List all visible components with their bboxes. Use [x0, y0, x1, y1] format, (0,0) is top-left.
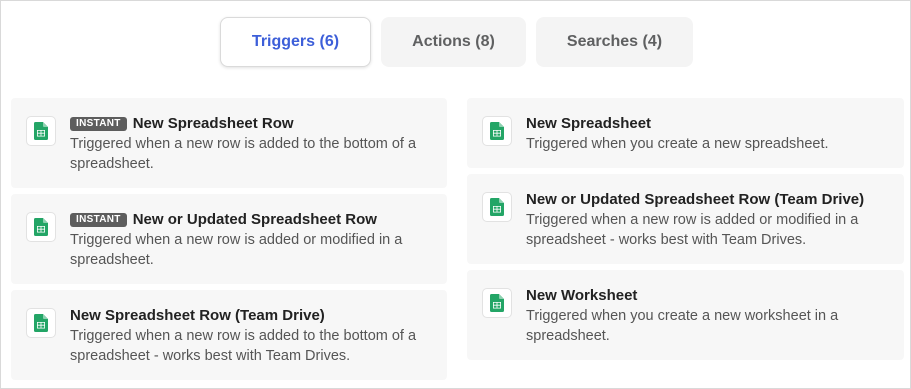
trigger-card-new-worksheet[interactable]: New Worksheet Triggered when you create …	[467, 270, 904, 360]
google-sheets-icon	[26, 116, 56, 146]
trigger-list-right: New Spreadsheet Triggered when you creat…	[467, 98, 904, 360]
card-title: New or Updated Spreadsheet Row	[132, 211, 377, 228]
instant-badge: INSTANT	[70, 117, 127, 131]
tab-triggers[interactable]: Triggers (6)	[220, 17, 371, 67]
tab-bar: Triggers (6) Actions (8) Searches (4)	[220, 17, 693, 67]
trigger-card-new-or-updated-row-team-drive[interactable]: New or Updated Spreadsheet Row (Team Dri…	[467, 174, 904, 264]
google-sheets-icon	[482, 116, 512, 146]
card-description: Triggered when you create a new workshee…	[526, 308, 839, 344]
google-sheets-icon	[482, 192, 512, 222]
tab-actions[interactable]: Actions (8)	[381, 17, 526, 67]
google-sheets-icon	[482, 288, 512, 318]
card-description: Triggered when a new row is added to the…	[70, 136, 417, 172]
card-title: New Spreadsheet Row	[132, 115, 294, 132]
google-sheets-icon	[26, 308, 56, 338]
card-description: Triggered when you create a new spreadsh…	[526, 136, 829, 152]
card-title: New or Updated Spreadsheet Row (Team Dri…	[526, 191, 865, 208]
google-sheets-icon	[26, 212, 56, 242]
trigger-card-new-row-team-drive[interactable]: New Spreadsheet Row (Team Drive) Trigger…	[11, 290, 447, 380]
trigger-card-new-spreadsheet[interactable]: New Spreadsheet Triggered when you creat…	[467, 98, 904, 168]
trigger-card-new-or-updated-row[interactable]: INSTANT New or Updated Spreadsheet Row Tr…	[11, 194, 447, 284]
card-title: New Spreadsheet Row (Team Drive)	[70, 307, 325, 324]
card-description: Triggered when a new row is added to the…	[70, 328, 417, 364]
trigger-card-new-spreadsheet-row[interactable]: INSTANT New Spreadsheet Row Triggered whe…	[11, 98, 447, 188]
tab-searches[interactable]: Searches (4)	[536, 17, 693, 67]
trigger-list-left: INSTANT New Spreadsheet Row Triggered whe…	[11, 98, 447, 380]
card-description: Triggered when a new row is added or mod…	[526, 212, 859, 248]
card-title: New Spreadsheet	[526, 115, 652, 132]
card-title: New Worksheet	[526, 287, 638, 304]
instant-badge: INSTANT	[70, 213, 127, 227]
card-description: Triggered when a new row is added or mod…	[70, 232, 403, 268]
trigger-browser: Triggers (6) Actions (8) Searches (4) IN…	[0, 0, 911, 389]
